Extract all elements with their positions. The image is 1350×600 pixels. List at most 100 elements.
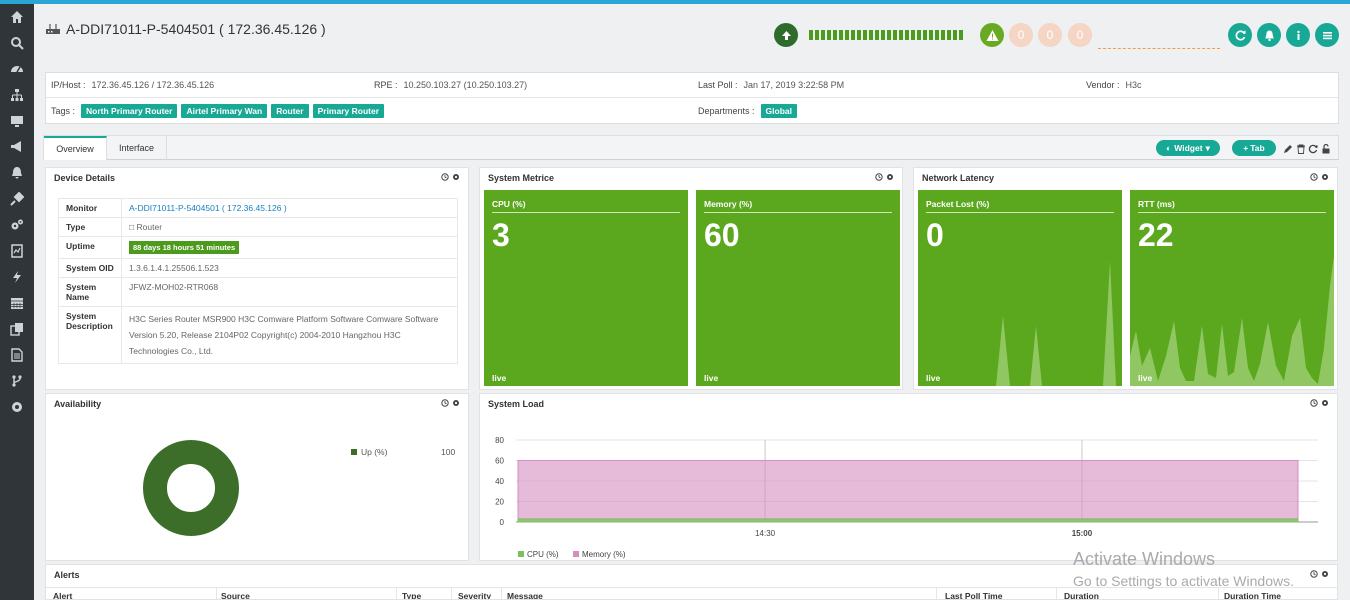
flow-icon[interactable]: [0, 368, 34, 394]
sidebar: [0, 4, 34, 600]
last-poll-field: Last Poll : Jan 17, 2019 3:22:58 PM: [698, 80, 845, 90]
gear-icon[interactable]: [886, 173, 894, 181]
tab-overview[interactable]: Overview: [44, 136, 107, 160]
status-up-button[interactable]: [774, 23, 798, 47]
gear-icon[interactable]: [1321, 570, 1329, 578]
device-details-panel: Device Details Monitor A-DDI71011-P-5404…: [45, 167, 469, 390]
sync-icon[interactable]: [1308, 144, 1318, 154]
home-icon[interactable]: [0, 4, 34, 30]
packet-loss-tile[interactable]: Packet Lost (%) 0 live: [918, 190, 1122, 386]
warning-icon: [986, 29, 998, 41]
tag-badge[interactable]: North Primary Router: [81, 103, 178, 118]
notifications-button[interactable]: [1257, 23, 1281, 47]
column-header[interactable]: Duration: [1064, 591, 1099, 599]
rtt-tile[interactable]: RTT (ms) 22 live: [1130, 190, 1334, 386]
tab-bar: Overview Interface ◐ Widget ▾ + Tab: [43, 135, 1339, 160]
search-icon[interactable]: [0, 30, 34, 56]
packet-loss-sparkline: [918, 261, 1116, 386]
monitor-icon[interactable]: [0, 108, 34, 134]
y-tick-label: 20: [495, 498, 504, 507]
panel-title: System Metrice: [480, 168, 902, 188]
system-metrics-panel: System Metrice CPU (%) 3 live Memory (%)…: [479, 167, 903, 390]
table-row: Monitor A-DDI71011-P-5404501 ( 172.36.45…: [58, 198, 458, 218]
series-area-cpu: [517, 518, 1299, 523]
gear-icon[interactable]: [452, 399, 460, 407]
widget-button[interactable]: ◐ Widget ▾: [1156, 140, 1220, 156]
report-icon[interactable]: [0, 238, 34, 264]
clock-icon[interactable]: [1310, 570, 1318, 578]
column-header[interactable]: Alert: [53, 591, 72, 599]
clock-icon[interactable]: [1310, 399, 1318, 407]
refresh-icon: [1235, 29, 1245, 41]
trash-icon[interactable]: [1296, 144, 1306, 154]
system-load-panel: System Load 0 20 40 60 80 14:30 15:00 CPU (%) Me…: [479, 393, 1338, 561]
table-row: System Description H3C Series Router MSR…: [58, 306, 458, 364]
bolt-icon[interactable]: [0, 264, 34, 290]
major-count-badge[interactable]: 0: [1038, 23, 1062, 47]
series-area-memory: [517, 460, 1299, 523]
sitemap-icon[interactable]: [0, 82, 34, 108]
bell-icon[interactable]: [0, 160, 34, 186]
info-button[interactable]: [1286, 23, 1310, 47]
legend-label: Memory (%): [582, 550, 626, 559]
rtt-value: 22: [1138, 217, 1174, 253]
column-header[interactable]: Duration Time: [1224, 591, 1281, 599]
copy-icon[interactable]: [0, 316, 34, 342]
gear-icon[interactable]: [1321, 173, 1329, 181]
ip-host-field: IP/Host :172.36.45.126 / 172.36.45.126: [51, 80, 215, 90]
watermark-subtitle: Go to Settings to activate Windows.: [1073, 573, 1294, 589]
device-details-table: Monitor A-DDI71011-P-5404501 ( 172.36.45…: [58, 198, 458, 364]
gear-icon[interactable]: [452, 173, 460, 181]
table-row: Uptime 88 days 18 hours 51 minutes: [58, 236, 458, 259]
monitor-link[interactable]: A-DDI71011-P-5404501 ( 172.36.45.126 ): [129, 203, 287, 213]
hamburger-icon: [1322, 31, 1332, 39]
column-header[interactable]: Severity: [458, 591, 491, 599]
clock-icon[interactable]: [441, 399, 449, 407]
rtt-sparkline: [1130, 256, 1334, 386]
cogs-icon[interactable]: [0, 212, 34, 238]
vendor-field: Vendor : H3c: [1086, 80, 1142, 90]
department-badge[interactable]: Global: [760, 103, 797, 118]
table-row: System OID 1.3.6.1.4.1.25506.1.523: [58, 258, 458, 278]
caret-down-icon: ▾: [1205, 142, 1210, 153]
donut-slice-up[interactable]: [143, 440, 239, 536]
cpu-metric-tile[interactable]: CPU (%) 3 live: [484, 190, 688, 386]
table-row: Type □ Router: [58, 217, 458, 237]
tag-badge[interactable]: Router: [271, 103, 309, 118]
availability-donut: [143, 440, 239, 536]
tag-badge[interactable]: Airtel Primary Wan: [181, 103, 268, 118]
calendar-icon[interactable]: [0, 290, 34, 316]
refresh-button[interactable]: [1228, 23, 1252, 47]
megaphone-icon[interactable]: [0, 134, 34, 160]
critical-count-badge[interactable]: 0: [1009, 23, 1033, 47]
panel-title: System Load: [480, 394, 1337, 414]
clock-icon[interactable]: [1310, 173, 1318, 181]
clock-icon[interactable]: [441, 173, 449, 181]
arrow-up-icon: [781, 30, 791, 40]
edit-icon[interactable]: [1283, 144, 1293, 154]
dashed-divider: [1098, 48, 1220, 49]
clock-icon[interactable]: [875, 173, 883, 181]
settings-icon[interactable]: [0, 394, 34, 420]
unlock-icon[interactable]: [1321, 144, 1331, 154]
departments-field: Departments : Global: [698, 103, 801, 118]
column-header[interactable]: Last Poll Time: [945, 591, 1002, 599]
column-header[interactable]: Source: [221, 591, 250, 599]
add-tab-button[interactable]: + Tab: [1232, 140, 1276, 156]
document-icon[interactable]: [0, 342, 34, 368]
tab-interface[interactable]: Interface: [107, 136, 167, 160]
watermark-title: Activate Windows: [1073, 549, 1216, 569]
column-header[interactable]: Message: [507, 591, 543, 599]
memory-metric-tile[interactable]: Memory (%) 60 live: [696, 190, 900, 386]
plug-icon[interactable]: [0, 186, 34, 212]
y-tick-label: 80: [495, 436, 504, 445]
menu-button[interactable]: [1315, 23, 1339, 47]
column-header[interactable]: Type: [402, 591, 421, 599]
gear-icon[interactable]: [1321, 399, 1329, 407]
warning-button[interactable]: [980, 23, 1004, 47]
network-latency-panel: Network Latency Packet Lost (%) 0 live R…: [913, 167, 1338, 390]
tag-badge[interactable]: Primary Router: [312, 103, 385, 118]
info-icon: [1296, 30, 1300, 40]
minor-count-badge[interactable]: 0: [1068, 23, 1092, 47]
dashboard-icon[interactable]: [0, 56, 34, 82]
